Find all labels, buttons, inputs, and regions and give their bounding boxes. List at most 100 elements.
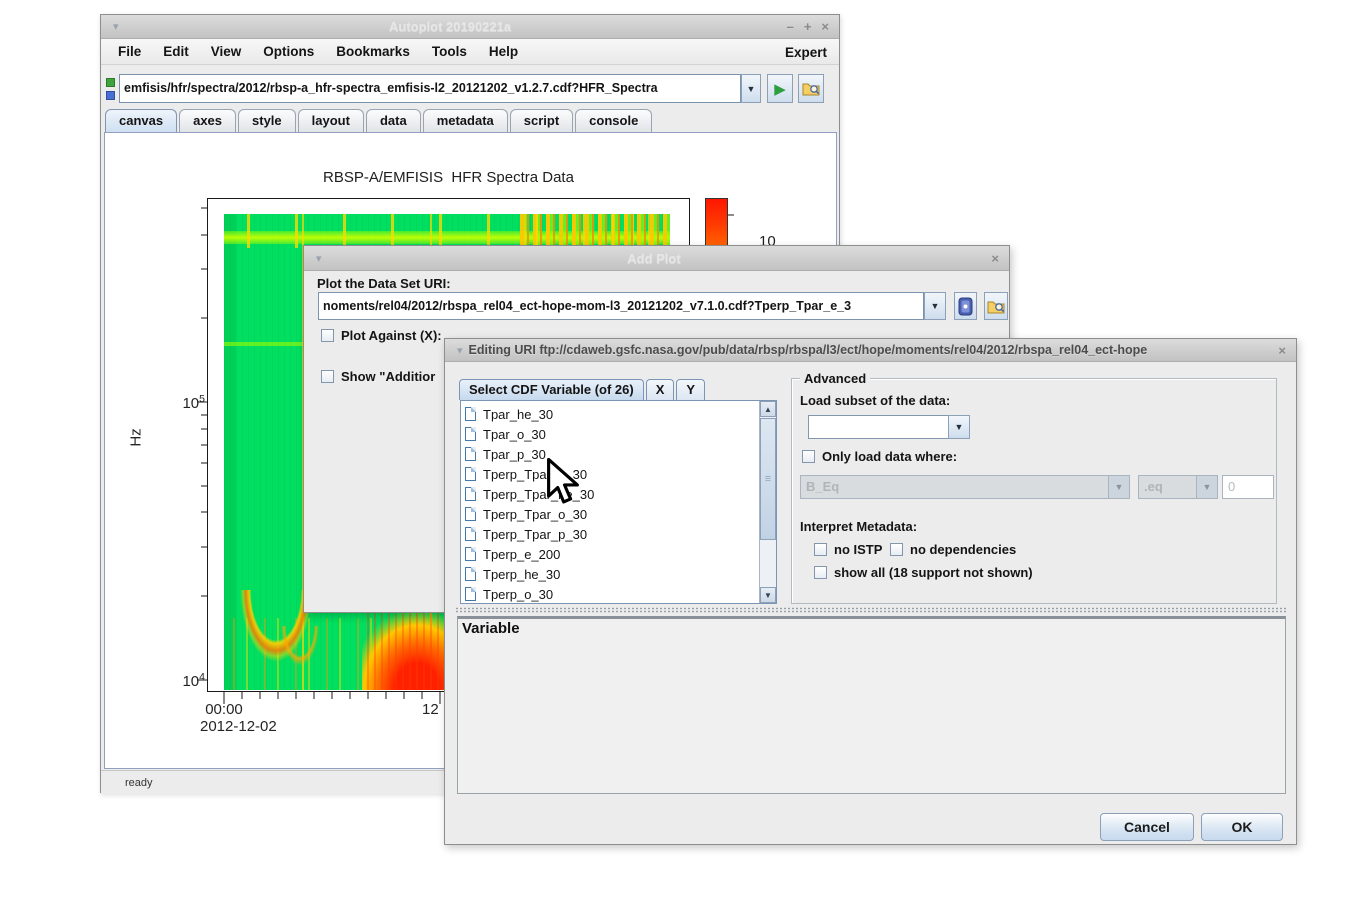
uri-address-input[interactable]: emfisis/hfr/spectra/2012/rbsp-a_hfr-spec…: [119, 74, 741, 103]
file-icon: [465, 527, 476, 541]
file-icon: [465, 467, 476, 481]
list-item[interactable]: Tpar_he_30: [465, 404, 553, 424]
tab-metadata[interactable]: metadata: [423, 109, 508, 132]
datasource-green-indicator-icon: [106, 78, 115, 87]
scroll-down-icon[interactable]: ▼: [760, 587, 776, 603]
menu-help[interactable]: Help: [478, 44, 529, 59]
close-icon[interactable]: ×: [1278, 344, 1286, 357]
mouse-cursor: [546, 458, 580, 508]
only-load-checkbox[interactable]: [802, 450, 815, 463]
scrollbar[interactable]: ▲ ≡ ▼: [759, 401, 776, 603]
editing-uri-title: Editing URI ftp://cdaweb.gsfc.nasa.gov/p…: [469, 343, 1274, 357]
show-all-checkbox[interactable]: [814, 566, 827, 579]
where-operator-combobox[interactable]: .eq ▼: [1138, 475, 1218, 499]
show-all-label: show all (18 support not shown): [834, 565, 1033, 580]
window-shade-icon[interactable]: ▾: [457, 344, 463, 357]
load-subset-label: Load subset of the data:: [800, 393, 950, 408]
ok-button[interactable]: OK: [1201, 813, 1283, 841]
file-browse-button[interactable]: [798, 74, 824, 103]
menu-file[interactable]: File: [107, 44, 152, 59]
chevron-down-icon: ▼: [747, 84, 756, 94]
tab-canvas[interactable]: canvas: [105, 109, 177, 132]
split-divider[interactable]: [455, 607, 1288, 613]
list-item[interactable]: Tperp_he_30: [465, 564, 560, 584]
no-istp-checkbox[interactable]: [814, 543, 827, 556]
no-istp-label: no ISTP: [834, 542, 882, 557]
uri-field-label: Plot the Data Set URI:: [317, 276, 451, 291]
folder-magnifier-icon: [987, 299, 1005, 314]
tab-layout[interactable]: layout: [298, 109, 364, 132]
no-dependencies-checkbox[interactable]: [890, 543, 903, 556]
show-additional-row: Show "Additior: [321, 368, 435, 386]
tab-style[interactable]: style: [238, 109, 296, 132]
x-tick-1200: 12: [422, 701, 439, 718]
status-text: ready: [125, 777, 153, 789]
file-browse-button[interactable]: [984, 292, 1008, 320]
list-item[interactable]: Tpar_o_30: [465, 424, 546, 444]
chevron-down-icon: ▼: [931, 301, 940, 311]
menu-bar: File Edit View Options Bookmarks Tools H…: [101, 39, 839, 65]
show-all-row: show all (18 support not shown): [814, 564, 1033, 582]
file-icon: [465, 587, 476, 601]
minimize-icon[interactable]: –: [787, 20, 794, 33]
no-dependencies-row: no dependencies: [890, 541, 1016, 559]
menu-options[interactable]: Options: [252, 44, 325, 59]
close-icon[interactable]: ×: [991, 252, 999, 265]
list-item[interactable]: Tperp_o_30: [465, 584, 553, 604]
plot-against-row: Plot Against (X):: [321, 327, 442, 345]
bookmark-icon: [958, 297, 973, 316]
tab-axes[interactable]: axes: [179, 109, 236, 132]
advanced-legend: Advanced: [800, 371, 870, 386]
menu-view[interactable]: View: [200, 44, 253, 59]
tab-x[interactable]: X: [646, 379, 675, 400]
list-item[interactable]: Tperp_e_200: [465, 544, 560, 564]
where-parameter-combobox[interactable]: B_Eq ▼: [800, 475, 1130, 499]
datasource-blue-indicator-icon: [106, 91, 115, 100]
y-tick-1e5: 105: [163, 393, 205, 412]
x-tick-0000: 00:00: [200, 701, 248, 718]
cancel-button[interactable]: Cancel: [1100, 813, 1194, 841]
variable-tab-bar: Select CDF Variable (of 26) X Y: [459, 378, 707, 400]
folder-magnifier-icon: [802, 81, 820, 96]
menu-bookmarks[interactable]: Bookmarks: [325, 44, 421, 59]
subset-combobox[interactable]: ▼: [808, 415, 970, 439]
menu-edit[interactable]: Edit: [152, 44, 200, 59]
plot-against-label: Plot Against (X):: [341, 328, 442, 343]
list-item[interactable]: Tperp_Tpar_p_30: [465, 524, 587, 544]
close-icon[interactable]: ×: [821, 20, 829, 33]
list-item[interactable]: Tpar_p_30: [465, 444, 546, 464]
expert-label[interactable]: Expert: [785, 39, 827, 65]
show-additional-checkbox[interactable]: [321, 370, 334, 383]
tab-select-cdf-variable[interactable]: Select CDF Variable (of 26): [459, 379, 644, 400]
variable-detail-panel: Variable: [457, 616, 1286, 794]
chevron-down-icon[interactable]: ▼: [948, 415, 970, 439]
where-value-input[interactable]: 0: [1222, 475, 1274, 499]
go-plot-button[interactable]: ▶: [767, 74, 793, 103]
only-load-row: Only load data where:: [802, 448, 957, 466]
menu-tools[interactable]: Tools: [421, 44, 478, 59]
dataset-uri-input[interactable]: noments/rel04/2012/rbspa_rel04_ect-hope-…: [318, 292, 924, 320]
editing-uri-dialog: ▾ Editing URI ftp://cdaweb.gsfc.nasa.gov…: [444, 338, 1297, 845]
scroll-up-icon[interactable]: ▲: [760, 401, 776, 417]
main-titlebar[interactable]: ▾ Autoplot 20190221a – + ×: [101, 15, 839, 39]
x-axis-date-label: 2012-12-02: [200, 718, 277, 735]
bookmark-button[interactable]: [954, 292, 977, 320]
interpret-metadata-label: Interpret Metadata:: [800, 519, 917, 534]
tab-y[interactable]: Y: [676, 379, 705, 400]
tab-data[interactable]: data: [366, 109, 421, 132]
file-icon: [465, 447, 476, 461]
scrollbar-thumb[interactable]: ≡: [760, 418, 776, 540]
chevron-down-icon: ▼: [1108, 475, 1130, 499]
tab-console[interactable]: console: [575, 109, 652, 132]
file-icon: [465, 567, 476, 581]
play-icon: ▶: [774, 80, 786, 98]
add-plot-titlebar[interactable]: ▾ Add Plot ×: [304, 246, 1009, 271]
uri-dropdown-button[interactable]: ▼: [741, 74, 761, 103]
editing-uri-titlebar[interactable]: ▾ Editing URI ftp://cdaweb.gsfc.nasa.gov…: [445, 339, 1296, 362]
uri-dropdown-button[interactable]: ▼: [924, 292, 946, 320]
maximize-icon[interactable]: +: [804, 20, 812, 33]
tab-script[interactable]: script: [510, 109, 573, 132]
plot-against-checkbox[interactable]: [321, 329, 334, 342]
no-dependencies-label: no dependencies: [910, 542, 1016, 557]
add-plot-title: Add Plot: [322, 251, 987, 266]
